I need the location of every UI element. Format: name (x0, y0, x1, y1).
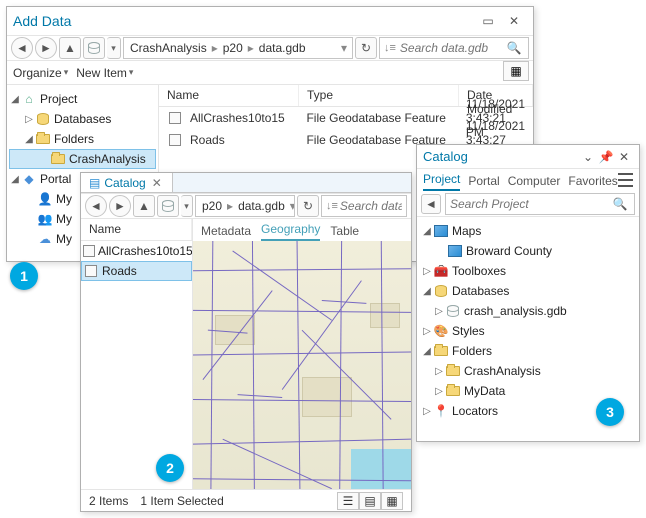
search-input[interactable] (400, 41, 504, 55)
view-buttons: ☰ ▤ ▦ (337, 492, 403, 510)
refresh-button[interactable]: ↻ (355, 37, 377, 59)
tree-toolboxes[interactable]: ▷🧰Toolboxes (419, 261, 637, 281)
callout-badge-2: 2 (156, 454, 184, 482)
restore-button[interactable]: ▭ (475, 11, 501, 31)
tree-crashanalysis[interactable]: ▷CrashAnalysis (419, 361, 637, 381)
callout-badge-3: 3 (596, 398, 624, 426)
col-name-header[interactable]: Name (81, 219, 192, 240)
refresh-button[interactable]: ↻ (297, 195, 319, 217)
up-button[interactable]: ▲ (59, 37, 81, 59)
tab-computer[interactable]: Computer (508, 174, 561, 191)
search-box[interactable]: ↓≡ 🔍 (379, 37, 529, 59)
search-icon[interactable]: 🔍 (610, 194, 630, 214)
pane-header: Catalog ⌄ 📌 ✕ (417, 145, 639, 169)
pane-tabs: Project Portal Computer Favorites (423, 169, 618, 191)
titlebar: Add Data ▭ ✕ (7, 7, 533, 35)
tab-metadata[interactable]: Metadata (201, 224, 251, 241)
col-name-header[interactable]: Name (159, 85, 299, 106)
catalog-toolbar: ◄ ► ▲ ▾ p20▸ data.gdb ▾ ↻ ↓≡ (81, 193, 411, 219)
list-item[interactable]: Roads (81, 261, 192, 281)
view-list[interactable]: ☰ (337, 492, 359, 510)
hamburger-icon[interactable] (618, 173, 633, 187)
new-item-menu[interactable]: New Item▾ (76, 66, 133, 80)
project-tree: ◢Maps Broward County ▷🧰Toolboxes ◢Databa… (417, 217, 639, 425)
callout-badge-1: 1 (10, 262, 38, 290)
view-toggle-button[interactable]: ▦ (503, 61, 529, 81)
pane-menu-down[interactable]: ⌄ (579, 148, 597, 166)
tree-databases[interactable]: ▷Databases (9, 109, 156, 129)
detail-tabs: Metadata Geography Table (193, 219, 411, 241)
tree-project[interactable]: ◢⌂Project (9, 89, 156, 109)
tab-project[interactable]: Project (423, 172, 460, 191)
gdb-icon[interactable] (83, 37, 105, 59)
col-type-header[interactable]: Type (299, 85, 459, 106)
catalog-dock-window: ▤Catalog✕ ◄ ► ▲ ▾ p20▸ data.gdb ▾ ↻ ↓≡ N… (80, 172, 412, 512)
tree-crashdb[interactable]: ▷crash_analysis.gdb (419, 301, 637, 321)
sort-icon: ↓≡ (326, 200, 340, 212)
tab-table[interactable]: Table (330, 224, 359, 241)
tree-databases[interactable]: ◢Databases (419, 281, 637, 301)
pane-title: Catalog (423, 149, 579, 164)
menu-row: Organize▾ New Item▾ (7, 61, 533, 85)
dock-tab-close[interactable]: ✕ (150, 176, 164, 190)
breadcrumb[interactable]: CrashAnalysis▸ p20▸ data.gdb ▾ (123, 37, 353, 59)
search-box[interactable]: ↓≡ (321, 195, 407, 217)
back-button[interactable]: ◄ (85, 195, 107, 217)
breadcrumb-item[interactable]: CrashAnalysis (128, 41, 209, 55)
status-bar: 2 Items 1 Item Selected ☰ ▤ ▦ (81, 489, 411, 511)
item-count: 2 Items (89, 494, 128, 508)
breadcrumb-item[interactable]: p20 (200, 199, 224, 213)
tree-crashanalysis[interactable]: CrashAnalysis (9, 149, 156, 169)
pane-pin[interactable]: 📌 (597, 148, 615, 166)
tree-folders[interactable]: ◢Folders (9, 129, 156, 149)
organize-menu[interactable]: Organize▾ (13, 66, 68, 80)
search-box[interactable]: 🔍 (445, 193, 635, 215)
window-title: Add Data (13, 13, 475, 29)
back-button[interactable]: ◄ (421, 194, 441, 214)
dock-tab-catalog[interactable]: ▤Catalog✕ (81, 173, 173, 192)
tab-geography[interactable]: Geography (261, 222, 320, 241)
forward-button[interactable]: ► (35, 37, 57, 59)
selected-count: 1 Item Selected (140, 494, 223, 508)
up-button[interactable]: ▲ (133, 195, 155, 217)
breadcrumb-dropdown[interactable]: ▾ (181, 195, 193, 217)
close-button[interactable]: ✕ (501, 11, 527, 31)
catalog-list: Name AllCrashes10to15 Roads (81, 219, 193, 489)
forward-button[interactable]: ► (109, 195, 131, 217)
sort-icon: ↓≡ (384, 42, 400, 54)
nav-toolbar: ◄ ► ▲ ▾ CrashAnalysis▸ p20▸ data.gdb ▾ ↻… (7, 35, 533, 61)
tab-portal[interactable]: Portal (468, 174, 499, 191)
breadcrumb-item[interactable]: data.gdb (257, 41, 308, 55)
tree-styles[interactable]: ▷🎨Styles (419, 321, 637, 341)
tree-broward[interactable]: Broward County (419, 241, 637, 261)
back-button[interactable]: ◄ (11, 37, 33, 59)
tree-folders[interactable]: ◢Folders (419, 341, 637, 361)
pane-close[interactable]: ✕ (615, 148, 633, 166)
breadcrumb-item[interactable]: p20 (221, 41, 245, 55)
view-tiles[interactable]: ▦ (381, 492, 403, 510)
dock-tab-strip: ▤Catalog✕ (81, 173, 411, 193)
tab-favorites[interactable]: Favorites (568, 174, 617, 191)
breadcrumb-item[interactable]: data.gdb (236, 199, 287, 213)
gdb-icon[interactable] (157, 195, 179, 217)
search-input[interactable] (450, 197, 610, 211)
breadcrumb-dropdown[interactable]: ▾ (107, 37, 121, 59)
map-preview[interactable] (193, 241, 411, 489)
tree-maps[interactable]: ◢Maps (419, 221, 637, 241)
search-icon[interactable]: 🔍 (504, 38, 524, 58)
search-input[interactable] (340, 199, 402, 213)
view-columns[interactable]: ▤ (359, 492, 381, 510)
breadcrumb[interactable]: p20▸ data.gdb ▾ (195, 195, 295, 217)
list-item[interactable]: AllCrashes10to15 (81, 241, 192, 261)
